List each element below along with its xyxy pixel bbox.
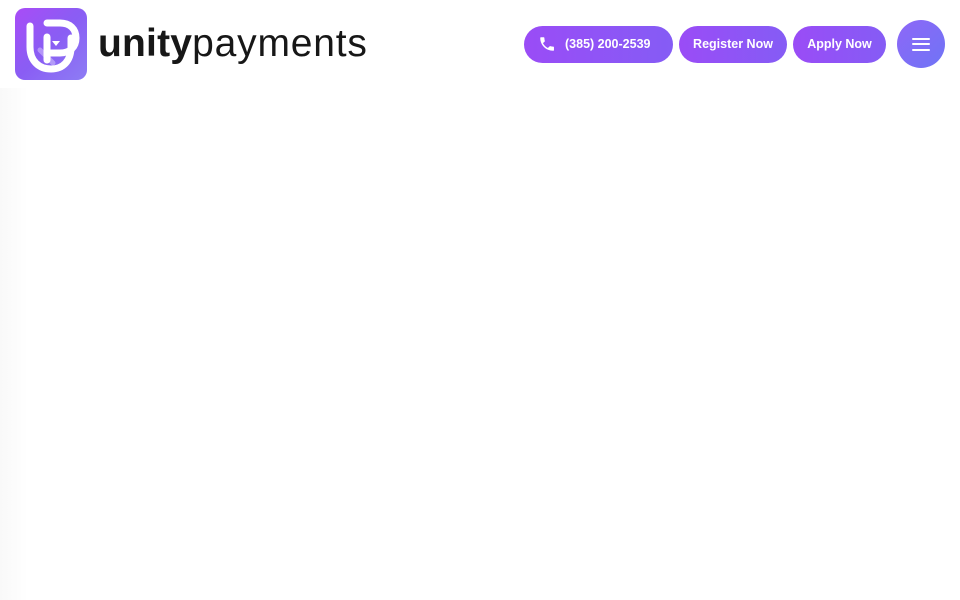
brand-logo-link[interactable]: unity payments xyxy=(15,8,368,80)
phone-icon xyxy=(538,35,556,53)
apply-now-button[interactable]: Apply Now xyxy=(793,25,886,63)
phone-button[interactable]: (385) 200-2539 xyxy=(524,25,673,63)
menu-line-bottom xyxy=(912,48,930,51)
brand-name-strong: unity xyxy=(98,22,193,65)
brand-wordmark: unity payments xyxy=(98,20,368,68)
brand-name-light: payments xyxy=(192,22,368,65)
menu-line-middle xyxy=(912,43,930,45)
site-header: unity payments (385) 200-2539 Register N… xyxy=(0,0,960,88)
phone-number: (385) 200-2539 xyxy=(565,37,651,51)
register-now-button[interactable]: Register Now xyxy=(679,25,787,63)
menu-button[interactable] xyxy=(897,20,945,68)
left-edge-shade xyxy=(0,88,28,600)
hamburger-menu-icon xyxy=(912,37,930,51)
header-actions: (385) 200-2539 Register Now Apply Now xyxy=(524,20,945,68)
unity-payments-logo-icon xyxy=(15,8,87,80)
menu-line-top xyxy=(912,37,930,40)
unity-payments-logo-mark xyxy=(26,19,80,73)
page: unity payments (385) 200-2539 Register N… xyxy=(0,0,960,600)
blank-content-area xyxy=(0,88,960,600)
